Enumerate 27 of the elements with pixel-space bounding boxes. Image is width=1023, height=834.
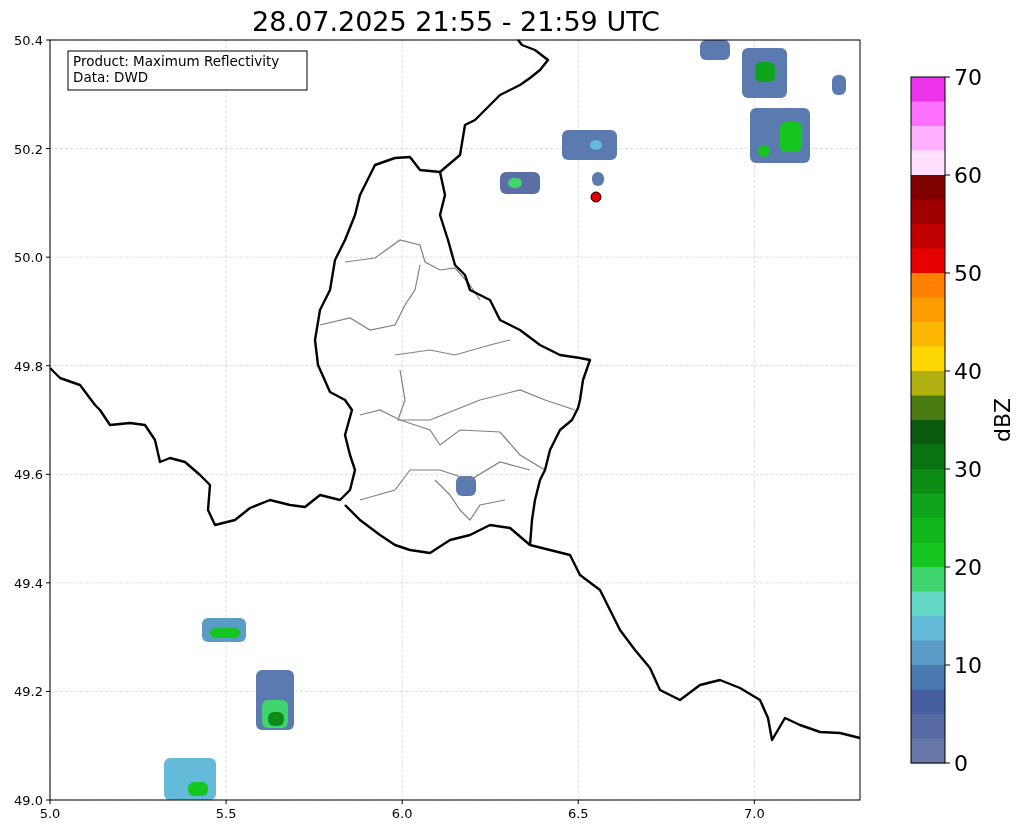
colorbar-tick-label: 20 [954, 555, 982, 580]
x-tick-label: 5.0 [39, 806, 61, 821]
colorbar-tick-label: 10 [954, 653, 982, 678]
x-tick-label: 6.5 [567, 806, 589, 821]
y-tick-label: 50.0 [14, 250, 43, 266]
y-tick-label: 49.2 [14, 684, 43, 700]
y-tick-label: 49.0 [14, 793, 43, 808]
y-tick-label: 49.8 [14, 358, 43, 374]
info-text: Data: DWD [73, 69, 149, 85]
info-text: Product: Maximum Reflectivity [73, 53, 280, 69]
colorbar-tick-label: 0 [954, 751, 968, 776]
colorbar-tick-label: 50 [954, 261, 982, 286]
colorbar-tick-label: 30 [954, 457, 982, 482]
y-tick-label: 50.4 [14, 33, 43, 48]
x-tick-label: 5.5 [215, 806, 237, 821]
y-tick-label: 49.6 [14, 467, 43, 483]
location-marker [590, 191, 602, 203]
colorbar-label: dBZ [990, 397, 1015, 443]
y-tick-label: 49.4 [14, 575, 43, 591]
x-tick-label: 6.0 [391, 806, 413, 821]
radar-echo [456, 476, 476, 496]
y-tick-label: 50.2 [14, 141, 43, 157]
x-tick-label: 7.0 [744, 806, 765, 821]
colorbar-tick-label: 60 [954, 163, 982, 188]
plot-title: 28.07.2025 21:55 - 21:59 UTC [252, 6, 660, 37]
colorbar-tick-label: 40 [954, 359, 982, 384]
colorbar-tick-label: 70 [954, 65, 982, 90]
